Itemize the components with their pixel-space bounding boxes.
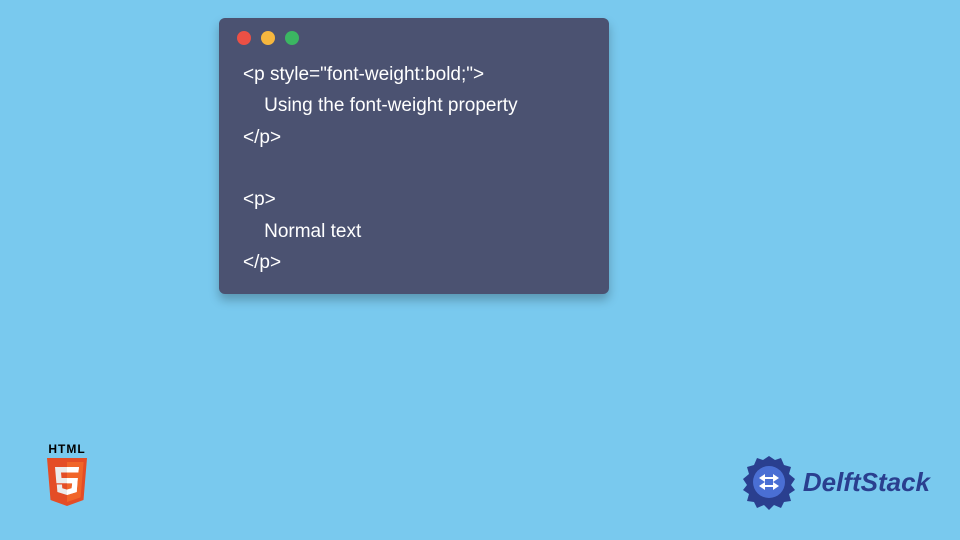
html5-shield-icon xyxy=(44,458,90,508)
close-icon xyxy=(237,31,251,45)
delftstack-logo: DelftStack xyxy=(739,452,930,512)
maximize-icon xyxy=(285,31,299,45)
window-titlebar xyxy=(219,18,609,55)
code-line-3: </p> xyxy=(243,127,281,148)
code-line-5: <p> xyxy=(243,189,276,210)
code-line-2: Using the font-weight property xyxy=(243,95,518,116)
html5-label: HTML xyxy=(39,442,95,456)
code-line-6: Normal text xyxy=(243,221,361,242)
code-line-1: <p style="font-weight:bold;"> xyxy=(243,64,484,85)
minimize-icon xyxy=(261,31,275,45)
delftstack-brand-text: DelftStack xyxy=(803,467,930,498)
code-window: <p style="font-weight:bold;"> Using the … xyxy=(219,18,609,294)
code-content: <p style="font-weight:bold;"> Using the … xyxy=(219,55,609,282)
html5-badge: HTML xyxy=(39,442,95,513)
code-line-7: </p> xyxy=(243,252,281,273)
delftstack-gear-icon xyxy=(739,452,799,512)
